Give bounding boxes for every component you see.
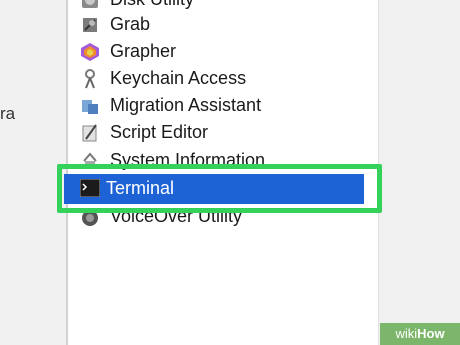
app-label: Grapher: [110, 41, 177, 61]
disk-utility-icon: [80, 0, 100, 10]
script-editor-icon: [80, 123, 100, 143]
app-label: Script Editor: [110, 122, 209, 142]
wikihow-watermark: wikiHow: [380, 323, 460, 345]
app-label: Keychain Access: [110, 68, 247, 88]
selection-highlight-box: [57, 164, 382, 213]
preview-pane: [378, 0, 460, 345]
watermark-prefix: wiki: [395, 326, 418, 341]
grapher-icon: [80, 42, 100, 62]
list-item-grapher[interactable]: Grapher: [68, 39, 378, 66]
keychain-icon: [80, 69, 100, 89]
app-label: Migration Assistant: [110, 95, 262, 115]
watermark-suffix: How: [417, 326, 445, 341]
migration-icon: [80, 96, 100, 116]
grab-icon: [80, 15, 100, 35]
list-item-migration-assistant[interactable]: Migration Assistant: [68, 93, 378, 120]
app-label: Grab: [110, 14, 151, 34]
app-label: Disk Utility: [110, 0, 194, 10]
list-item-grab[interactable]: Grab: [68, 12, 378, 39]
list-item-keychain-access[interactable]: Keychain Access: [68, 66, 378, 93]
list-item-script-editor[interactable]: Script Editor: [68, 120, 378, 147]
sidebar-fragment-text: ra: [0, 104, 16, 123]
